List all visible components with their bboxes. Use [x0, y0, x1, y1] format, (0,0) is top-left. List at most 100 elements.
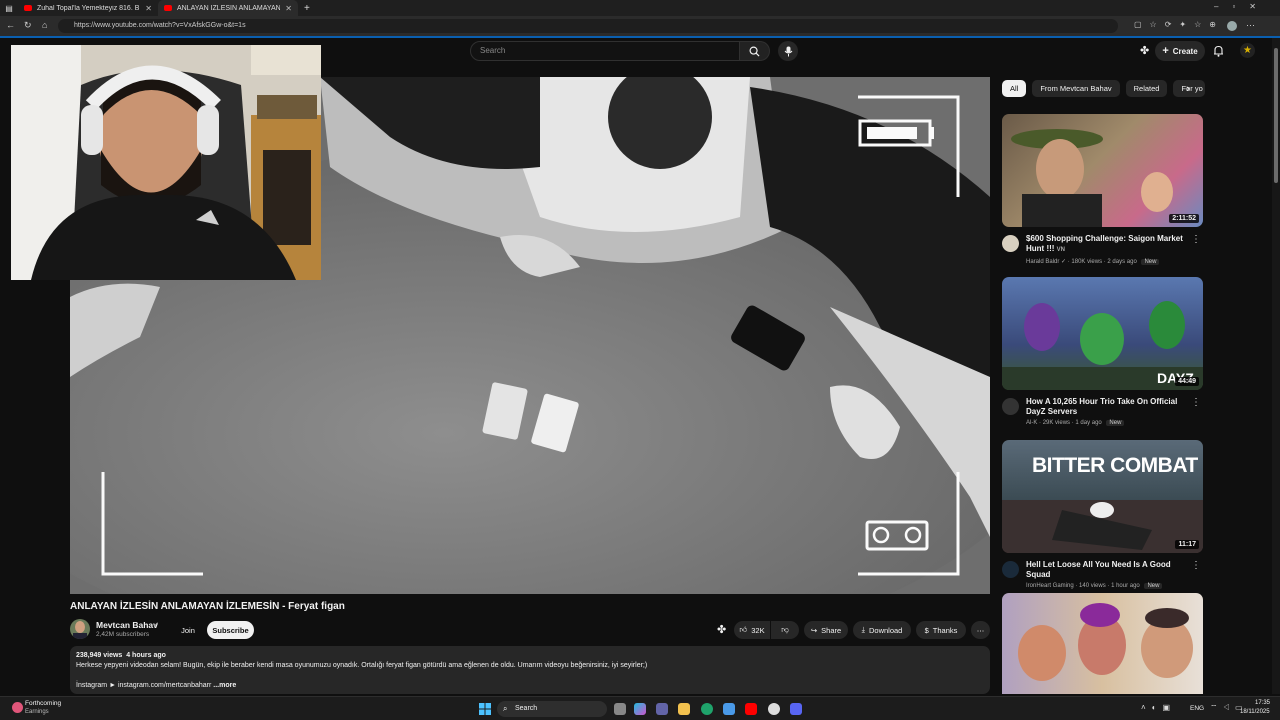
discord-icon[interactable] — [790, 703, 802, 715]
dislike-button[interactable]: 👎︎ — [771, 621, 799, 639]
thanks-button[interactable]: $ Thanks — [916, 621, 966, 639]
recommendation-card[interactable] — [1002, 593, 1203, 694]
video-duration: 2:11:52 — [1169, 214, 1199, 223]
window-controls: –▫✕ — [1214, 2, 1270, 11]
more-link[interactable]: ...more — [213, 682, 236, 689]
channel-name[interactable]: Al-K — [1026, 420, 1037, 426]
scrollbar-thumb[interactable] — [1274, 48, 1278, 183]
description-meta: 238,949 views 4 hours ago — [76, 651, 984, 661]
windows-start-icon[interactable] — [479, 703, 491, 715]
close-tab-icon[interactable]: ✕ — [145, 4, 152, 13]
title-suffix: VN — [1056, 247, 1066, 253]
back-icon[interactable]: ← — [6, 20, 15, 30]
upload-age: 1 hour ago — [1111, 583, 1140, 589]
video-title: ANLAYAN İZLESİN ANLAMAYAN İZLEMESİN - Fe… — [70, 601, 345, 612]
home-icon[interactable]: ⌂ — [42, 20, 47, 30]
profile-avatar[interactable] — [1227, 21, 1237, 31]
video-duration: 44:49 — [1175, 377, 1199, 386]
language-indicator[interactable]: ENG — [1190, 705, 1204, 712]
join-button[interactable]: Join — [174, 621, 202, 639]
video-description[interactable]: 238,949 views 4 hours ago Herkese yepyen… — [70, 646, 990, 694]
chip-all[interactable]: All — [1002, 80, 1027, 97]
share-button[interactable]: ↪ Share — [804, 621, 848, 639]
recommendation-card[interactable]: 2:11:52 $600 Shopping Challenge: Saigon … — [1002, 114, 1203, 265]
browser-tab-2[interactable]: ANLAYAN İZLESİN ANLAMAYAN İ... ✕ — [158, 0, 298, 16]
account-avatar[interactable]: ★ — [1240, 43, 1255, 58]
video-title[interactable]: Hell Let Loose All You Need Is A Good Sq… — [1026, 560, 1189, 580]
notifications-bell-icon[interactable] — [1213, 45, 1224, 57]
video-thumbnail[interactable] — [1002, 593, 1203, 694]
channel-avatar[interactable] — [1002, 235, 1019, 252]
thumbnail-art — [1018, 603, 1193, 681]
reload-icon[interactable]: ↻ — [24, 20, 32, 31]
channel-avatar[interactable] — [1002, 398, 1019, 415]
thumbs-up-icon: 👍︎ — [739, 625, 748, 634]
thumbnail-text: BITTER COMBAT — [1032, 454, 1198, 477]
download-icon: ⤓ — [861, 625, 865, 634]
weather-title[interactable]: Forthcoming — [25, 700, 61, 707]
more-menu-icon[interactable]: ⋯ — [1246, 20, 1255, 31]
browser-tabbar: ▤ Zuhal Topal'la Yemekteyiz 816. B... ✕ … — [0, 0, 1280, 16]
create-label: Create — [1172, 46, 1198, 56]
video-thumbnail[interactable]: BITTER COMBAT 11:17 — [1002, 440, 1203, 553]
instagram-link[interactable]: İnstagram ► instagram.com/mertcanbaharr — [76, 682, 211, 689]
search-icon: ⌕ — [503, 704, 508, 713]
video-title[interactable]: $600 Shopping Challenge: Saigon Market H… — [1026, 234, 1189, 255]
edge-icon[interactable] — [701, 703, 713, 715]
video-thumbnail[interactable]: DAYZ 44:49 — [1002, 277, 1203, 390]
new-badge: New — [1144, 583, 1163, 589]
video-title[interactable]: How A 10,265 Hour Trio Take On Official … — [1026, 397, 1189, 417]
task-view-icon[interactable] — [614, 703, 626, 715]
create-button[interactable]: + Create — [1155, 41, 1205, 61]
file-explorer-icon[interactable] — [678, 703, 690, 715]
clock-date[interactable]: 18/11/2025 — [1240, 709, 1270, 715]
gemini-icon[interactable]: ✤ — [1140, 44, 1149, 57]
channel-avatar[interactable] — [70, 619, 90, 639]
search-input[interactable]: Search — [470, 41, 740, 61]
subscribe-button[interactable]: Subscribe — [207, 621, 254, 639]
system-tray-icons[interactable]: ˄◐▣ — [1141, 703, 1176, 712]
browser-tab-1[interactable]: Zuhal Topal'la Yemekteyiz 816. B... ✕ — [18, 0, 158, 16]
address-bar[interactable]: https://www.youtube.com/watch?v=VxAfskGG… — [58, 19, 1118, 33]
page-scrollbar[interactable] — [1272, 38, 1280, 694]
more-actions-button[interactable]: ⋯ — [971, 621, 990, 639]
channel-name[interactable]: IronHeart Gaming — [1026, 583, 1074, 589]
chip-from-channel[interactable]: From Mevtcan Bahav — [1032, 80, 1120, 97]
new-tab-icon[interactable]: + — [304, 3, 310, 14]
voice-search-button[interactable] — [778, 41, 798, 61]
browser-menu-icon[interactable]: ▤ — [0, 4, 18, 13]
like-button[interactable]: 👍︎ 32K — [734, 621, 770, 639]
weather-widget-icon[interactable] — [12, 702, 23, 713]
clock-time[interactable]: 17:35 — [1255, 700, 1270, 706]
store-icon[interactable] — [723, 703, 735, 715]
teams-icon[interactable] — [656, 703, 668, 715]
chevron-right-icon[interactable]: › — [1186, 83, 1190, 95]
more-actions-icon[interactable]: ⋮ — [1191, 560, 1201, 571]
chip-related[interactable]: Related — [1125, 80, 1168, 97]
copilot-icon[interactable] — [634, 703, 646, 715]
tab-label: Zuhal Topal'la Yemekteyiz 816. B... — [37, 4, 141, 12]
search-button[interactable] — [740, 41, 770, 61]
download-button[interactable]: ⤓ Download — [853, 621, 911, 639]
taskbar-search[interactable]: ⌕ Search — [497, 701, 607, 717]
search-icon — [749, 46, 760, 57]
more-actions-icon[interactable]: ⋮ — [1191, 234, 1201, 245]
recommendation-card[interactable]: BITTER COMBAT 11:17 Hell Let Loose All Y… — [1002, 440, 1203, 589]
upload-age: 1 day ago — [1075, 420, 1102, 426]
chrome-icon[interactable] — [768, 703, 780, 715]
channel-avatar[interactable] — [1002, 561, 1019, 578]
extensions-icons[interactable]: ▢☆⟳✦☆⊕ — [1134, 20, 1224, 29]
verified-icon: ✔ — [153, 622, 159, 629]
avatar-image — [73, 621, 87, 639]
more-actions-icon[interactable]: ⋮ — [1191, 397, 1201, 408]
gemini-ask-icon[interactable]: ✤ — [717, 623, 726, 636]
channel-name[interactable]: Mevtcan Bahav — [96, 620, 158, 630]
video-thumbnail[interactable]: 2:11:52 — [1002, 114, 1203, 227]
thumbs-down-icon: 👎︎ — [781, 625, 789, 634]
recommendation-card[interactable]: DAYZ 44:49 How A 10,265 Hour Trio Take O… — [1002, 277, 1203, 426]
related-filter-chips: All From Mevtcan Bahav Related For yo — [1002, 80, 1206, 98]
youtube-app-icon[interactable] — [745, 703, 757, 715]
taskbar-search-label: Search — [515, 705, 538, 712]
channel-name[interactable]: Harald Baldr — [1026, 259, 1059, 265]
close-tab-icon[interactable]: ✕ — [285, 4, 292, 13]
